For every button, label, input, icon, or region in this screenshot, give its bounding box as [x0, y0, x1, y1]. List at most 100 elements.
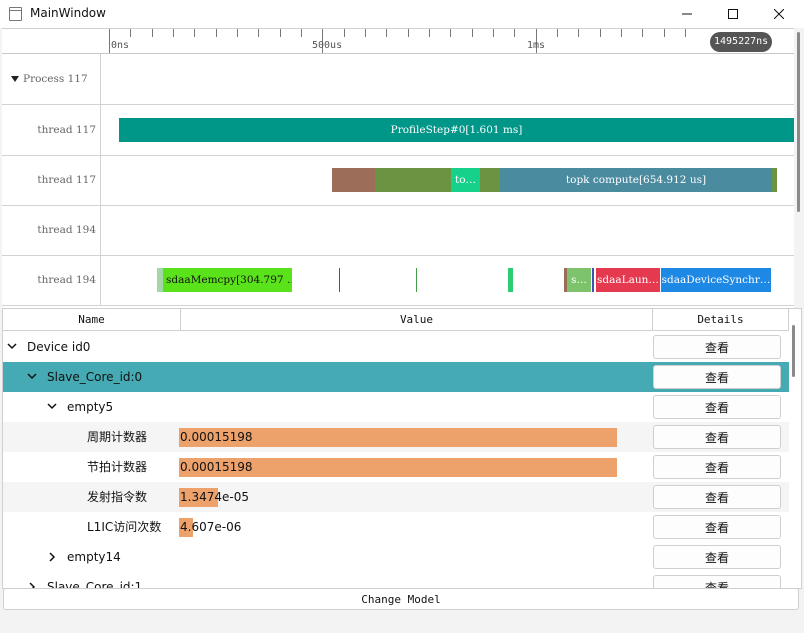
collapse-triangle-icon[interactable] — [11, 76, 19, 82]
time-ruler[interactable]: 0ns 500us 1ms 1495227ns — [2, 29, 794, 54]
details-button[interactable]: 查看 — [653, 425, 781, 449]
app-icon — [9, 7, 22, 21]
tree-row-slave-core-0[interactable]: Slave_Core_id:0 查看 — [3, 362, 789, 392]
ruler-tick — [578, 29, 579, 37]
row-name: 发射指令数 — [87, 490, 148, 504]
details-button[interactable]: 查看 — [653, 485, 781, 509]
ruler-tick — [600, 29, 601, 37]
slice-sdaa-device-sync[interactable]: sdaaDeviceSynchr… — [661, 268, 771, 292]
table-scrollbar[interactable] — [789, 309, 799, 588]
cursor-time-badge: 1495227ns — [710, 32, 773, 52]
slice-profile-step[interactable]: ProfileStep#0[1.601 ms] — [119, 118, 794, 142]
ruler-tick — [344, 29, 345, 37]
value-text: 0.00015198 — [180, 430, 253, 444]
close-button[interactable] — [756, 0, 802, 28]
slice-topk-compute[interactable]: topk compute[654.912 us] — [500, 168, 772, 192]
ruler-tick — [237, 29, 238, 37]
close-icon — [774, 9, 784, 19]
change-model-button[interactable]: Change Model — [3, 588, 799, 610]
row-name: Slave_Core_id:1 — [47, 580, 143, 589]
ruler-tick — [280, 29, 281, 37]
slice-topk-short[interactable]: to… — [451, 168, 480, 192]
minimize-button[interactable] — [664, 0, 710, 28]
ruler-tick — [152, 29, 153, 37]
tree-row-metric[interactable]: L1IC访问次数 4.607e-06 查看 — [3, 512, 789, 542]
details-button[interactable]: 查看 — [653, 395, 781, 419]
ruler-label-1ms: 1ms — [527, 40, 546, 51]
slice[interactable] — [375, 168, 451, 192]
chevron-down-icon[interactable] — [27, 362, 37, 392]
track-thread-117-b: thread 117 to… topk compute[654.912 us] — [2, 155, 794, 206]
track-thread-194-a: thread 194 — [2, 205, 794, 256]
ruler-tick — [429, 29, 430, 37]
details-button[interactable]: 查看 — [653, 335, 781, 359]
tree-row-empty14[interactable]: empty14 查看 — [3, 542, 789, 572]
ruler-tick — [109, 29, 110, 53]
value-text: 4.607e-06 — [180, 520, 242, 534]
slice[interactable] — [508, 268, 513, 292]
details-button[interactable]: 查看 — [653, 365, 781, 389]
ruler-label-0: 0ns — [111, 40, 130, 51]
chevron-down-icon[interactable] — [47, 392, 57, 422]
ruler-tick — [514, 29, 515, 37]
slice-sdaa-memcpy[interactable]: sdaaMemcpy[304.797 … — [163, 268, 292, 292]
ruler-label-500us: 500us — [312, 40, 343, 51]
track-label: thread 194 — [2, 205, 101, 255]
tree-row-slave-core-1[interactable]: Slave_Core_id:1 查看 — [3, 572, 789, 589]
column-header-value[interactable]: Value — [181, 309, 653, 331]
slice[interactable] — [339, 268, 340, 292]
slice[interactable] — [480, 168, 500, 192]
tree-row-metric[interactable]: 发射指令数 1.3474e-05 查看 — [3, 482, 789, 512]
value-text: 0.00015198 — [180, 460, 253, 474]
ruler-tick — [408, 29, 409, 37]
ruler-tick — [642, 29, 643, 37]
scrollbar-thumb[interactable] — [792, 325, 795, 377]
minimize-icon — [682, 13, 692, 15]
ruler-tick — [386, 29, 387, 37]
row-name: Slave_Core_id:0 — [47, 370, 143, 384]
details-button[interactable]: 查看 — [653, 545, 781, 569]
window-title: MainWindow — [30, 6, 106, 20]
ruler-tick — [301, 29, 302, 37]
details-button[interactable]: 查看 — [653, 575, 781, 588]
ruler-tick — [365, 29, 366, 37]
timeline-scrollbar[interactable] — [794, 28, 804, 308]
ruler-tick — [194, 29, 195, 37]
ruler-tick — [258, 29, 259, 37]
details-button[interactable]: 查看 — [653, 455, 781, 479]
column-header-name[interactable]: Name — [3, 309, 181, 331]
chevron-right-icon[interactable] — [47, 542, 57, 572]
chevron-down-icon[interactable] — [7, 332, 17, 362]
ruler-tick — [216, 29, 217, 37]
column-header-details[interactable]: Details — [653, 309, 789, 331]
tree-row-device-id0[interactable]: Device id0 查看 — [3, 332, 789, 362]
chevron-right-icon[interactable] — [27, 572, 37, 588]
ruler-tick — [664, 29, 665, 37]
maximize-button[interactable] — [710, 0, 756, 28]
slice[interactable] — [592, 268, 594, 292]
tree-row-empty5[interactable]: empty5 查看 — [3, 392, 789, 422]
value-text: 1.3474e-05 — [180, 490, 249, 504]
ruler-tick — [472, 29, 473, 37]
row-name: empty14 — [67, 550, 121, 564]
track-label[interactable]: Process 117 — [2, 54, 101, 104]
timeline-view[interactable]: 0ns 500us 1ms 1495227ns Process 117 thre… — [2, 28, 795, 310]
slice[interactable] — [332, 168, 375, 192]
row-name: 节拍计数器 — [87, 460, 148, 474]
slice[interactable] — [416, 268, 417, 292]
scrollbar-thumb[interactable] — [797, 32, 800, 212]
tree-row-metric[interactable]: 周期计数器 0.00015198 查看 — [3, 422, 789, 452]
metrics-tree-table[interactable]: Name Value Details Device id0 查看 Slave_C… — [2, 308, 802, 589]
slice-sdaa-launch[interactable]: sdaaLaun… — [596, 268, 660, 292]
track-thread-117-a: thread 117 ProfileStep#0[1.601 ms] — [2, 105, 794, 156]
details-button[interactable]: 查看 — [653, 515, 781, 539]
track-label: thread 117 — [2, 105, 101, 155]
ruler-tick — [493, 29, 494, 37]
title-bar: MainWindow — [0, 0, 804, 28]
slice[interactable] — [772, 168, 777, 192]
ruler-tick — [621, 29, 622, 37]
tree-row-metric[interactable]: 节拍计数器 0.00015198 查看 — [3, 452, 789, 482]
ruler-tick — [557, 29, 558, 37]
track-thread-194-b: thread 194 sdaaMemcpy[304.797 … s… sdaaL… — [2, 255, 794, 306]
slice-s-short[interactable]: s… — [567, 268, 591, 292]
